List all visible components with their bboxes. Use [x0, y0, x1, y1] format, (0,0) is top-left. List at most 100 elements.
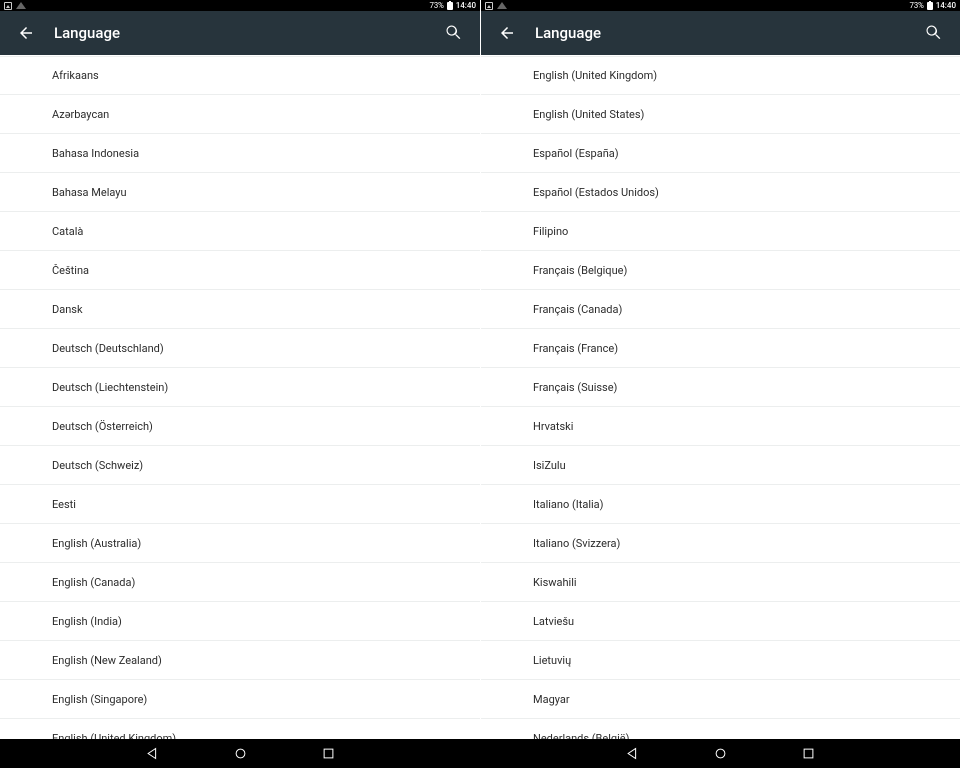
language-item[interactable]: English (Singapore)	[0, 680, 480, 719]
language-item[interactable]: Français (Suisse)	[481, 368, 960, 407]
page-title: Language	[535, 24, 601, 42]
language-item[interactable]: Hrvatski	[481, 407, 960, 446]
language-list[interactable]: English (United Kingdom) English (United …	[481, 55, 960, 739]
language-item[interactable]: English (India)	[0, 602, 480, 641]
language-item[interactable]: Español (España)	[481, 134, 960, 173]
language-item[interactable]: Deutsch (Deutschland)	[0, 329, 480, 368]
triangle-back-icon	[145, 746, 160, 761]
language-item[interactable]: Español (Estados Unidos)	[481, 173, 960, 212]
pane-left: 73% 14:40 Language Afrikaans Azərbaycan Ba…	[0, 0, 480, 739]
back-button[interactable]	[14, 21, 38, 45]
nav-recent-button[interactable]	[319, 745, 337, 763]
language-label: English (Australia)	[52, 537, 141, 550]
language-label: Čeština	[52, 264, 89, 277]
screenshot-icon	[485, 2, 493, 10]
language-label: Deutsch (Österreich)	[52, 420, 153, 433]
language-item[interactable]: Afrikaans	[0, 56, 480, 95]
language-label: English (Singapore)	[52, 693, 147, 706]
language-label: Français (Suisse)	[533, 381, 617, 394]
nav-home-button[interactable]	[711, 745, 729, 763]
language-item[interactable]: Italiano (Italia)	[481, 485, 960, 524]
language-item[interactable]: Français (Belgique)	[481, 251, 960, 290]
language-item[interactable]: English (United States)	[481, 95, 960, 134]
language-item[interactable]: Bahasa Indonesia	[0, 134, 480, 173]
search-button[interactable]	[922, 21, 946, 45]
language-item[interactable]: Čeština	[0, 251, 480, 290]
language-label: Lietuvių	[533, 654, 571, 667]
battery-icon	[927, 2, 933, 10]
language-item[interactable]: Filipino	[481, 212, 960, 251]
wifi-icon	[497, 2, 507, 9]
status-bar: 73% 14:40	[0, 0, 480, 11]
search-icon	[445, 24, 463, 42]
square-recent-icon	[321, 746, 336, 761]
language-item[interactable]: Latviešu	[481, 602, 960, 641]
status-clock: 14:40	[456, 1, 476, 10]
language-item[interactable]: Dansk	[0, 290, 480, 329]
language-label: Español (Estados Unidos)	[533, 186, 659, 199]
status-clock: 14:40	[936, 1, 956, 10]
language-item[interactable]: Deutsch (Österreich)	[0, 407, 480, 446]
language-label: English (United Kingdom)	[533, 69, 657, 82]
circle-home-icon	[233, 746, 248, 761]
language-item[interactable]: Magyar	[481, 680, 960, 719]
language-label: Filipino	[533, 225, 568, 238]
language-item[interactable]: Eesti	[0, 485, 480, 524]
screenshot-icon	[4, 2, 12, 10]
language-item[interactable]: Deutsch (Schweiz)	[0, 446, 480, 485]
language-label: Deutsch (Schweiz)	[52, 459, 143, 472]
language-label: Latviešu	[533, 615, 574, 628]
language-label: IsiZulu	[533, 459, 566, 472]
square-recent-icon	[801, 746, 816, 761]
search-button[interactable]	[442, 21, 466, 45]
circle-home-icon	[713, 746, 728, 761]
language-list[interactable]: Afrikaans Azərbaycan Bahasa Indonesia Bahas…	[0, 55, 480, 739]
app-bar: Language	[0, 11, 480, 55]
language-label: Azərbaycan	[52, 108, 109, 121]
language-item[interactable]: Azərbaycan	[0, 95, 480, 134]
language-label: Italiano (Italia)	[533, 498, 604, 511]
language-item[interactable]: Català	[0, 212, 480, 251]
battery-percent: 73%	[909, 1, 923, 10]
search-icon	[925, 24, 943, 42]
language-item[interactable]: Français (Canada)	[481, 290, 960, 329]
language-item[interactable]: Deutsch (Liechtenstein)	[0, 368, 480, 407]
language-label: Nederlands (België)	[533, 732, 629, 740]
language-item[interactable]: Français (France)	[481, 329, 960, 368]
language-item[interactable]: English (Australia)	[0, 524, 480, 563]
triangle-back-icon	[625, 746, 640, 761]
language-item[interactable]: English (Canada)	[0, 563, 480, 602]
arrow-back-icon	[498, 24, 516, 42]
language-item[interactable]: IsiZulu	[481, 446, 960, 485]
language-item[interactable]: Bahasa Melayu	[0, 173, 480, 212]
language-item[interactable]: English (United Kingdom)	[481, 56, 960, 95]
language-label: English (Canada)	[52, 576, 135, 589]
language-label: Français (Canada)	[533, 303, 622, 316]
language-item[interactable]: Italiano (Svizzera)	[481, 524, 960, 563]
language-label: Français (France)	[533, 342, 618, 355]
language-label: English (New Zealand)	[52, 654, 162, 667]
language-label: English (India)	[52, 615, 122, 628]
page-title: Language	[54, 24, 120, 42]
nav-recent-button[interactable]	[799, 745, 817, 763]
back-button[interactable]	[495, 21, 519, 45]
language-label: Hrvatski	[533, 420, 573, 433]
language-label: Magyar	[533, 693, 570, 706]
nav-home-button[interactable]	[231, 745, 249, 763]
language-label: Español (España)	[533, 147, 619, 160]
language-item[interactable]: Nederlands (België)	[481, 719, 960, 739]
nav-back-button[interactable]	[623, 745, 641, 763]
language-item[interactable]: English (New Zealand)	[0, 641, 480, 680]
app-bar: Language	[481, 11, 960, 55]
language-label: Kiswahili	[533, 576, 577, 589]
language-label: Bahasa Melayu	[52, 186, 127, 199]
battery-icon	[447, 2, 453, 10]
language-item[interactable]: English (United Kingdom)	[0, 719, 480, 739]
language-item[interactable]: Kiswahili	[481, 563, 960, 602]
language-item[interactable]: Lietuvių	[481, 641, 960, 680]
nav-back-button[interactable]	[143, 745, 161, 763]
language-label: Deutsch (Liechtenstein)	[52, 381, 168, 394]
battery-percent: 73%	[429, 1, 443, 10]
arrow-back-icon	[17, 24, 35, 42]
pane-right: 73% 14:40 Language English (United Kingd…	[480, 0, 960, 739]
